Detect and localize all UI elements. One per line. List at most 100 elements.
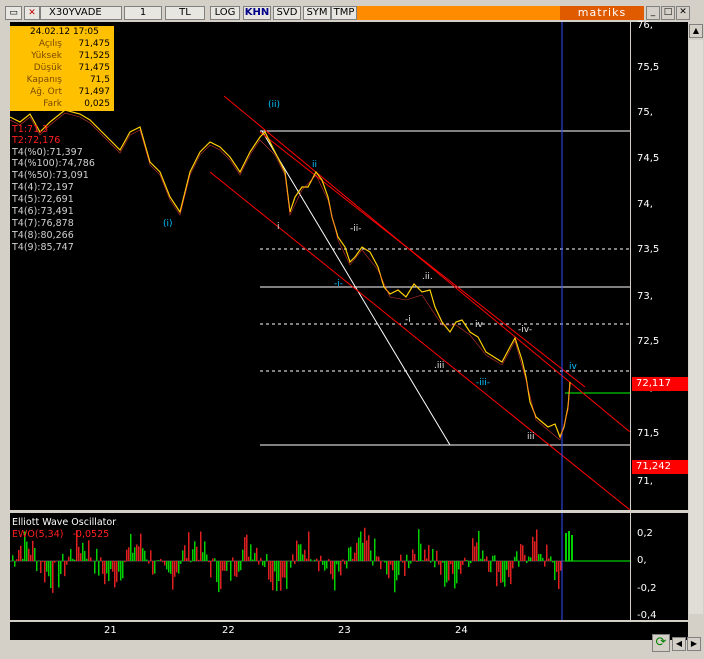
info-label: Açılış	[38, 39, 62, 49]
osc-bar	[234, 561, 236, 577]
info-value: 71,475	[78, 39, 111, 49]
osc-bar	[104, 561, 106, 585]
osc-bar	[486, 556, 488, 561]
minimize-icon[interactable]: _	[646, 6, 660, 20]
osc-bar	[278, 561, 280, 582]
svd-button[interactable]: SVD	[273, 6, 301, 20]
osc-bar	[146, 559, 148, 561]
info-row: Fark 0,025	[10, 99, 114, 110]
osc-bar	[218, 561, 220, 593]
osc-bar	[396, 561, 398, 581]
osc-bar	[496, 561, 498, 587]
osc-bar	[124, 561, 126, 563]
osc-bar	[428, 545, 430, 561]
scroll-right-icon[interactable]: ▶	[687, 637, 701, 651]
osc-bar	[480, 558, 482, 561]
osc-bar	[484, 558, 486, 561]
osc-bar	[156, 560, 158, 561]
tmp-button[interactable]: TMP	[331, 6, 357, 20]
info-row: Ağ. Ort 71,497	[10, 87, 114, 98]
indicator-t2: T2:72,176	[12, 135, 61, 146]
osc-bar	[198, 559, 200, 561]
osc-bar	[402, 561, 404, 563]
current-price-box: 72,117	[632, 377, 688, 391]
osc-bar	[196, 546, 198, 561]
osc-bar	[78, 546, 80, 561]
osc-bar	[220, 561, 222, 589]
osc-bar	[314, 559, 316, 561]
osc-bar	[532, 536, 534, 561]
osc-bar	[42, 561, 44, 562]
osc-bar	[416, 561, 418, 562]
sym-button[interactable]: SYM	[303, 6, 331, 20]
osc-bar	[28, 548, 30, 561]
osc-bar	[550, 556, 552, 561]
channel-mid	[259, 131, 586, 388]
y-tick: 71,	[637, 476, 653, 487]
osc-bar	[348, 547, 350, 561]
osc-bar	[254, 552, 256, 561]
osc-bar	[88, 540, 90, 561]
log-button[interactable]: LOG	[210, 6, 240, 20]
symbol-selector[interactable]: X30YVADE	[40, 6, 122, 20]
osc-bar	[436, 550, 438, 561]
osc-bar	[72, 558, 74, 561]
period-selector[interactable]: 1	[124, 6, 162, 20]
osc-bar	[158, 560, 160, 561]
osc-bar	[492, 555, 494, 561]
osc-bar	[168, 561, 170, 573]
vertical-scrollbar[interactable]: ▲	[688, 22, 704, 620]
close-chart-icon[interactable]: ✕	[24, 6, 40, 20]
y-tick: 73,5	[637, 244, 660, 255]
osc-bar	[398, 561, 400, 575]
info-row: Yüksek 71,525	[10, 51, 114, 62]
scroll-left-icon[interactable]: ◀	[672, 637, 686, 651]
x-tick: 23	[338, 625, 351, 636]
info-value: 0,025	[84, 99, 110, 109]
osc-bar	[468, 561, 470, 568]
x-tick: 24	[455, 625, 468, 636]
osc-bar	[360, 531, 362, 561]
osc-bar	[166, 561, 168, 570]
osc-bar	[30, 554, 32, 561]
osc-bar	[292, 554, 294, 561]
currency-button[interactable]: TL	[165, 6, 205, 20]
y-tick: 75,	[637, 107, 653, 118]
x-tick: 22	[222, 625, 235, 636]
oscillator-values: EWO(5,34) -0,0525	[12, 529, 109, 540]
osc-bar	[272, 561, 274, 591]
osc-bar	[454, 561, 456, 589]
osc-bar	[118, 561, 120, 572]
osc-bar	[282, 561, 284, 578]
osc-bar	[54, 561, 56, 563]
osc-bar	[176, 561, 178, 573]
scroll-up-icon[interactable]: ▲	[689, 24, 703, 38]
maximize-icon[interactable]: □	[661, 6, 675, 20]
osc-bar	[152, 561, 154, 575]
osc-bar	[230, 561, 232, 581]
chart-toolbar: ▭ ✕ X30YVADE 1 TL LOG KHN SVD SYM TMP ma…	[0, 0, 704, 22]
osc-bar	[178, 561, 180, 574]
osc-bar	[340, 561, 342, 576]
osc-bar	[430, 561, 432, 563]
ohlc-info-panel: 24.02.12 17:05 Açılış 71,475 Yüksek 71,5…	[10, 26, 114, 111]
horizontal-scrollbar[interactable]	[10, 640, 650, 654]
osc-bar	[16, 559, 18, 561]
osc-bar	[34, 548, 36, 561]
osc-bar	[560, 561, 562, 571]
osc-bar	[208, 561, 210, 563]
osc-bar	[494, 555, 496, 561]
window-close-icon[interactable]: ✕	[676, 6, 690, 20]
osc-bar	[12, 555, 14, 561]
osc-bar	[172, 561, 174, 590]
khn-button[interactable]: KHN	[243, 6, 271, 20]
osc-bar	[322, 561, 324, 565]
osc-bar	[134, 547, 136, 561]
refresh-icon[interactable]: ⟳	[652, 634, 670, 652]
scroll-track[interactable]	[689, 40, 703, 614]
osc-bar	[186, 557, 188, 561]
wave-label-i-paren: (i)	[163, 219, 173, 229]
osc-bar	[516, 551, 518, 561]
info-label: Yüksek	[31, 51, 62, 61]
window-menu-icon[interactable]: ▭	[5, 6, 22, 20]
